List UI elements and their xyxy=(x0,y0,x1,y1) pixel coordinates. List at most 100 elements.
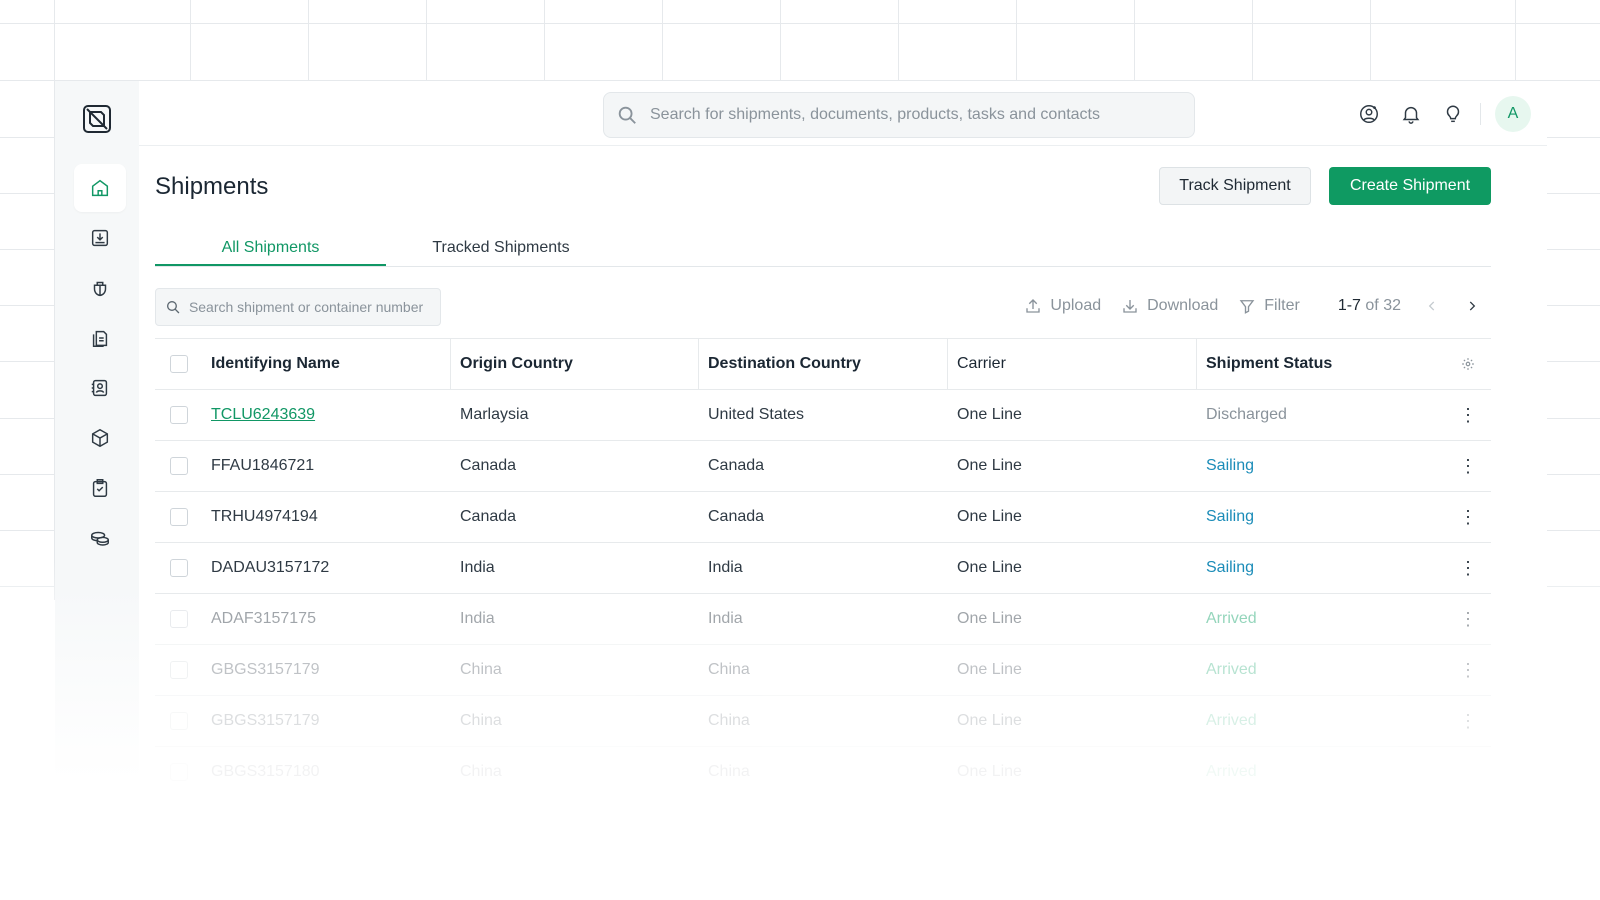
row-checkbox[interactable] xyxy=(170,457,188,475)
table-row[interactable]: TRHU4974194 Canada Canada One Line Saili… xyxy=(155,492,1491,543)
shipments-table: Identifying Name Origin Country Destinat… xyxy=(155,338,1491,797)
carrier-cell: One Line xyxy=(957,763,1022,780)
carrier-cell: One Line xyxy=(957,559,1022,576)
page-title: Shipments xyxy=(155,173,269,200)
status-cell: Arrived xyxy=(1206,763,1257,780)
notifications-button[interactable] xyxy=(1390,94,1432,134)
shipment-link[interactable]: TCLU6243639 xyxy=(211,406,315,424)
ship-icon xyxy=(93,281,107,297)
gear-icon xyxy=(1462,358,1474,370)
table-row[interactable]: DADAU3157172 India India One Line Sailin… xyxy=(155,543,1491,594)
destination-cell: China xyxy=(708,763,750,780)
contacts-icon xyxy=(91,379,108,397)
status-cell: Sailing xyxy=(1206,457,1255,474)
tab-tracked-shipments[interactable]: Tracked Shipments xyxy=(386,231,616,264)
track-shipment-button[interactable]: Track Shipment xyxy=(1159,167,1311,205)
status-cell: Arrived xyxy=(1206,661,1257,678)
status-cell: Discharged xyxy=(1206,406,1287,423)
inbox-download-icon xyxy=(91,229,109,247)
destination-cell: Canada xyxy=(708,457,765,474)
pagination-info: 1-7 of 32 xyxy=(1338,297,1401,315)
filter-button[interactable]: Filter xyxy=(1238,297,1300,315)
pagination-total: of 32 xyxy=(1365,297,1401,314)
global-search[interactable] xyxy=(603,92,1195,138)
column-header-origin-country[interactable]: Origin Country xyxy=(460,339,573,389)
shipment-name-cell: TRHU4974194 xyxy=(211,508,318,525)
download-label: Download xyxy=(1147,297,1219,314)
column-header-carrier[interactable]: Carrier xyxy=(957,339,1006,389)
avatar[interactable]: A xyxy=(1495,96,1531,132)
shipment-name-cell: FFAU1846721 xyxy=(211,457,315,474)
destination-cell: Canada xyxy=(708,508,765,525)
app-window: A Shipments Track Shipment Create Shipme… xyxy=(55,81,1547,781)
column-header-shipment-status[interactable]: Shipment Status xyxy=(1206,339,1332,389)
prev-page-button[interactable] xyxy=(1423,297,1441,315)
logo-icon[interactable] xyxy=(81,103,113,135)
row-checkbox[interactable] xyxy=(170,610,188,628)
column-header-identifying-name[interactable]: Identifying Name xyxy=(211,339,340,389)
destination-cell: China xyxy=(708,661,750,678)
column-settings-button[interactable] xyxy=(1459,339,1477,389)
sidebar-item-products[interactable] xyxy=(74,414,126,462)
documents-icon xyxy=(92,330,108,347)
next-page-button[interactable] xyxy=(1463,297,1481,315)
coins-icon xyxy=(91,531,109,546)
origin-cell: Canada xyxy=(460,508,517,525)
shipment-name-cell: GBGS3157179 xyxy=(211,712,320,729)
table-row[interactable]: TCLU6243639 Marlaysia United States One … xyxy=(155,390,1491,441)
sidebar-item-contacts[interactable] xyxy=(74,364,126,412)
table-row[interactable]: GBGS3157179 China China One Line Arrived… xyxy=(155,696,1491,747)
sidebar-item-inbox[interactable] xyxy=(74,214,126,262)
row-checkbox[interactable] xyxy=(170,661,188,679)
upload-icon xyxy=(1026,299,1041,313)
search-icon xyxy=(618,106,636,124)
tasks-icon xyxy=(92,479,108,497)
tab-all-shipments[interactable]: All Shipments xyxy=(155,231,386,266)
row-menu-icon[interactable]: ⋮ xyxy=(1459,696,1477,746)
table-row[interactable]: ADAF3157175 India India One Line Arrived… xyxy=(155,594,1491,645)
sidebar-item-shipments[interactable] xyxy=(74,264,126,312)
divider xyxy=(1480,103,1481,125)
row-checkbox[interactable] xyxy=(170,763,188,781)
ideas-button[interactable] xyxy=(1432,94,1474,134)
download-button[interactable]: Download xyxy=(1121,297,1218,315)
shipment-search[interactable] xyxy=(155,288,441,326)
sidebar-item-finance[interactable] xyxy=(74,514,126,562)
origin-cell: India xyxy=(460,559,495,576)
select-all-checkbox[interactable] xyxy=(170,355,188,373)
row-checkbox[interactable] xyxy=(170,406,188,424)
select-all-cell xyxy=(170,339,188,389)
row-menu-icon[interactable]: ⋮ xyxy=(1459,441,1477,491)
carrier-cell: One Line xyxy=(957,406,1022,423)
row-menu-icon[interactable]: ⋮ xyxy=(1459,543,1477,593)
row-checkbox[interactable] xyxy=(170,508,188,526)
table-toolbar: Upload Download Filter 1-7 of 32 xyxy=(1004,290,1481,322)
row-checkbox[interactable] xyxy=(170,712,188,730)
table-row[interactable]: GBGS3157180 China China One Line Arrived xyxy=(155,747,1491,797)
table-row[interactable]: GBGS3157179 China China One Line Arrived… xyxy=(155,645,1491,696)
upload-label: Upload xyxy=(1050,297,1102,314)
create-shipment-button[interactable]: Create Shipment xyxy=(1329,167,1491,205)
shipment-search-input[interactable] xyxy=(186,298,440,316)
carrier-cell: One Line xyxy=(957,508,1022,525)
row-menu-icon[interactable]: ⋮ xyxy=(1459,390,1477,440)
sidebar-item-tasks[interactable] xyxy=(74,464,126,512)
row-menu-icon[interactable]: ⋮ xyxy=(1459,492,1477,542)
status-cell: Arrived xyxy=(1206,610,1257,627)
sidebar-item-documents[interactable] xyxy=(74,314,126,362)
table-row[interactable]: FFAU1846721 Canada Canada One Line Saili… xyxy=(155,441,1491,492)
chevron-right-icon xyxy=(1469,301,1476,311)
tabs: All Shipments Tracked Shipments xyxy=(155,231,1491,267)
column-header-destination-country[interactable]: Destination Country xyxy=(708,339,861,389)
row-menu-icon[interactable]: ⋮ xyxy=(1459,645,1477,695)
destination-cell: India xyxy=(708,610,743,627)
shipment-name-cell: ADAF3157175 xyxy=(211,610,316,627)
filter-label: Filter xyxy=(1264,297,1300,314)
user-settings-button[interactable] xyxy=(1348,94,1390,134)
carrier-cell: One Line xyxy=(957,661,1022,678)
row-checkbox[interactable] xyxy=(170,559,188,577)
row-menu-icon[interactable]: ⋮ xyxy=(1459,594,1477,644)
sidebar-item-home[interactable] xyxy=(74,164,126,212)
upload-button[interactable]: Upload xyxy=(1024,297,1101,315)
global-search-input[interactable] xyxy=(648,105,1172,125)
